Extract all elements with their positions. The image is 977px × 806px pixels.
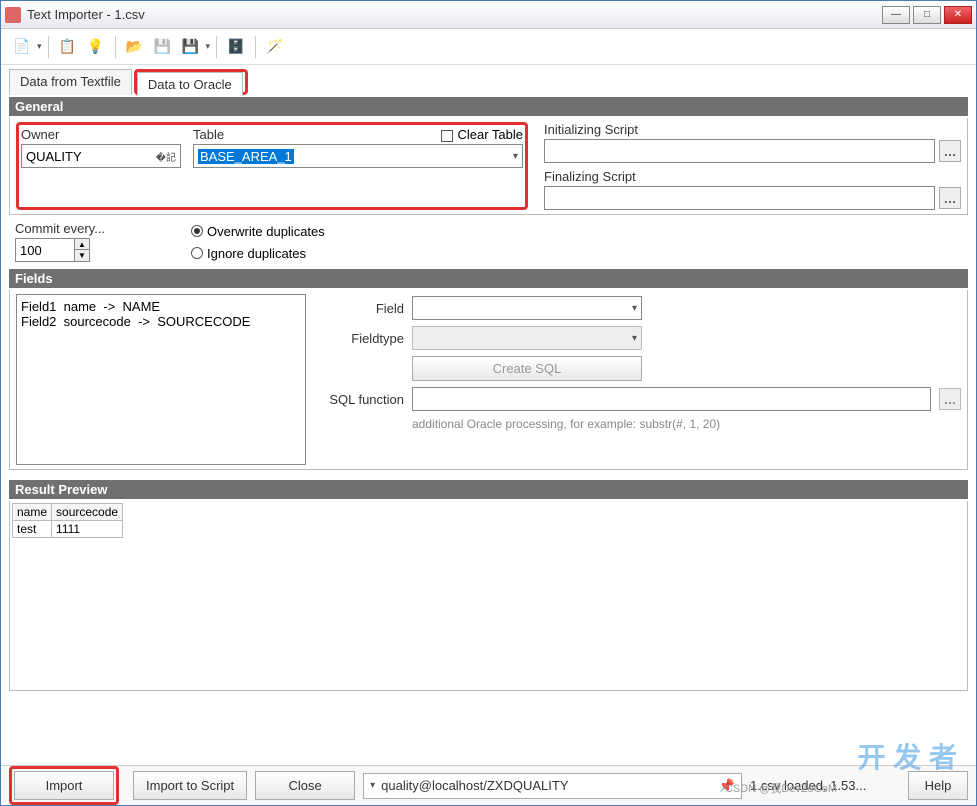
init-script-input[interactable] [544, 139, 935, 163]
table-combo[interactable]: BASE_AREA_1 ▾ [193, 144, 523, 168]
titlebar: Text Importer - 1.csv — □ ✕ [1, 1, 976, 29]
clear-table-checkbox[interactable]: Clear Table [441, 127, 523, 142]
col-name: name [13, 504, 52, 521]
new-icon[interactable]: 📄 [11, 36, 33, 58]
field-label: Field [316, 301, 404, 316]
col-sourcecode: sourcecode [52, 504, 123, 521]
preview-header: Result Preview [9, 480, 968, 499]
light-icon[interactable]: 💡 [85, 36, 107, 58]
init-script-label: Initializing Script [544, 122, 961, 137]
spin-down[interactable]: ▼ [75, 250, 89, 261]
maximize-button[interactable]: □ [913, 6, 941, 24]
connection-text: quality@localhost/ZXDQUALITY [381, 778, 719, 793]
paste-icon[interactable]: 📋 [57, 36, 79, 58]
sqlfn-input[interactable] [412, 387, 931, 411]
table-row: test1111 [13, 521, 123, 538]
owner-value: QUALITY [26, 149, 82, 164]
bottombar: Import Import to Script Close ▾ quality@… [1, 765, 976, 805]
tab-oracle[interactable]: Data to Oracle [137, 72, 243, 96]
ignore-radio[interactable]: Ignore duplicates [191, 243, 325, 263]
init-script-browse-button[interactable]: … [939, 140, 961, 162]
tab-textfile[interactable]: Data from Textfile [9, 69, 132, 95]
toolbar: 📄▾ 📋 💡 📂 💾 💾▾ 🗄️ 🪄 [1, 29, 976, 65]
chevron-down-icon: �記 [156, 149, 176, 164]
owner-combo[interactable]: QUALITY �記 [21, 144, 181, 168]
tabs: Data from Textfile Data to Oracle [9, 69, 968, 95]
connection-combo[interactable]: ▾ quality@localhost/ZXDQUALITY 📌 [363, 773, 742, 799]
table-value: BASE_AREA_1 [198, 149, 294, 164]
save-as-icon[interactable]: 💾 [180, 36, 202, 58]
sqlfn-hint: additional Oracle processing, for exampl… [412, 417, 961, 431]
field-combo[interactable]: ▾ [412, 296, 642, 320]
commit-input[interactable]: 100 [15, 238, 75, 262]
spin-up[interactable]: ▲ [75, 239, 89, 250]
import-button[interactable]: Import [14, 771, 114, 800]
help-button[interactable]: Help [908, 771, 968, 800]
window-title: Text Importer - 1.csv [27, 7, 882, 22]
chevron-down-icon: ▾ [513, 151, 518, 162]
wand-icon[interactable]: 🪄 [264, 36, 286, 58]
preview-area: namesourcecode test1111 [9, 501, 968, 691]
close-window-button[interactable]: ✕ [944, 6, 972, 24]
import-script-button[interactable]: Import to Script [133, 771, 247, 800]
general-header: General [9, 97, 968, 116]
table-label: Table [193, 127, 224, 142]
create-sql-button: Create SQL [412, 356, 642, 381]
fieldtype-combo: ▾ [412, 326, 642, 350]
final-script-browse-button[interactable]: … [939, 187, 961, 209]
preview-table: namesourcecode test1111 [12, 503, 123, 538]
fields-mapping-list[interactable]: Field1 name -> NAMEField2 sourcecode -> … [16, 294, 306, 465]
minimize-button[interactable]: — [882, 6, 910, 24]
final-script-input[interactable] [544, 186, 935, 210]
pin-icon[interactable]: 📌 [719, 778, 735, 794]
overwrite-radio[interactable]: Overwrite duplicates [191, 221, 325, 241]
save-icon[interactable]: 💾 [152, 36, 174, 58]
sqlfn-browse-button: … [939, 388, 961, 410]
final-script-label: Finalizing Script [544, 169, 961, 184]
open-icon[interactable]: 📂 [124, 36, 146, 58]
fieldtype-label: Fieldtype [316, 331, 404, 346]
commit-label: Commit every... [15, 221, 175, 236]
close-button[interactable]: Close [255, 771, 355, 800]
status-text: 1.csv loaded, 1.53... [750, 778, 900, 793]
app-icon [5, 7, 21, 23]
sqlfn-label: SQL function [316, 392, 404, 407]
database-icon[interactable]: 🗄️ [225, 36, 247, 58]
owner-label: Owner [21, 127, 181, 142]
fields-header: Fields [9, 269, 968, 288]
